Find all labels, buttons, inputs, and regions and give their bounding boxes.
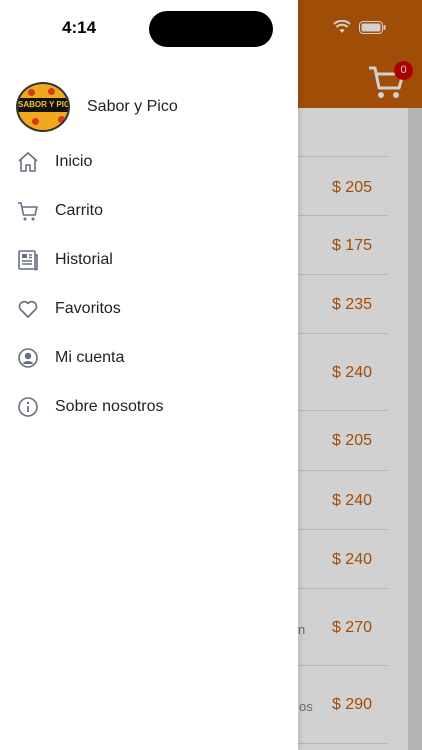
- menu-item-sobre-nosotros[interactable]: Sobre nosotros: [0, 382, 298, 431]
- menu-item-inicio[interactable]: Inicio: [0, 137, 298, 186]
- info-icon: [16, 395, 40, 419]
- cart-icon: [16, 199, 40, 223]
- menu-item-historial[interactable]: Historial: [0, 235, 298, 284]
- menu-item-label: Mi cuenta: [55, 348, 125, 366]
- menu-item-mi-cuenta[interactable]: Mi cuenta: [0, 333, 298, 382]
- menu-item-favoritos[interactable]: Favoritos: [0, 284, 298, 333]
- logo-text: SABOR Y PICO: [18, 98, 68, 112]
- account-icon: [16, 346, 40, 370]
- heart-icon: [16, 297, 40, 321]
- menu-item-label: Carrito: [55, 201, 104, 219]
- menu-item-carrito[interactable]: Carrito: [0, 186, 298, 235]
- home-icon: [16, 150, 40, 174]
- menu-item-label: Sobre nosotros: [55, 397, 164, 415]
- drawer-header: SABOR Y PICO Sabor y Pico: [16, 82, 178, 132]
- brand-name: Sabor y Pico: [87, 98, 178, 115]
- dynamic-island: [149, 11, 273, 47]
- menu-item-label: Historial: [55, 250, 113, 268]
- brand-logo: SABOR Y PICO: [16, 82, 70, 132]
- menu-item-label: Favoritos: [55, 299, 121, 317]
- menu-item-label: Inicio: [55, 152, 93, 170]
- drawer-menu: Inicio Carrito Historial Favoritos Mi cu…: [0, 137, 298, 431]
- side-drawer: 4:14 SABOR Y PICO Sabor y Pico Inicio Ca…: [0, 0, 298, 750]
- newspaper-icon: [16, 248, 40, 272]
- status-time: 4:14: [62, 18, 97, 37]
